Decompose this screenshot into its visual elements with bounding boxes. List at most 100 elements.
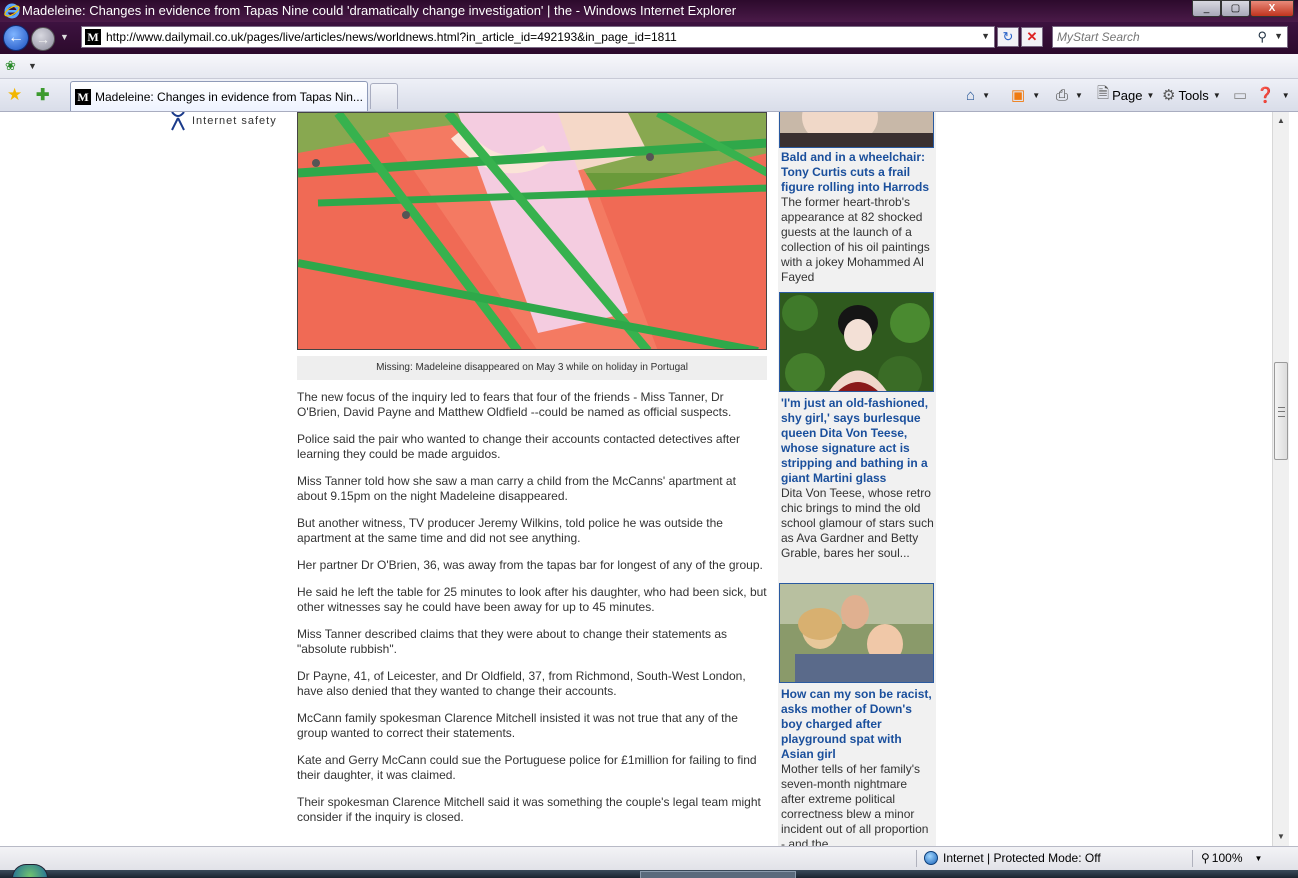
new-tab-button[interactable] [370,83,398,109]
add-favorite-icon[interactable]: ✚ [36,85,49,105]
favorites-star-icon[interactable]: ★ [7,85,22,105]
internet-safety-link[interactable]: Internet safety [192,115,277,127]
stop-icon: ✕ [1026,29,1038,44]
article-paragraph: Kate and Gerry McCann could sue the Port… [297,753,757,782]
tony-curtis-photo-illustration [780,112,933,147]
title-bar: Madeleine: Changes in evidence from Tapa… [0,0,1298,22]
zoom-level: 100% [1211,851,1243,865]
home-icon: ⌂ [966,86,976,104]
article-paragraph: The new focus of the inquiry led to fear… [297,390,732,419]
tab-favicon-icon: M [75,89,91,105]
address-url[interactable]: http://www.dailymail.co.uk/pages/live/ar… [106,30,677,44]
taskbar-window-button[interactable] [640,871,796,878]
gear-icon: ⚙ [1162,87,1176,104]
refresh-button[interactable]: ↻ [997,27,1019,47]
back-arrow-icon: ← [8,29,24,46]
tab-label: Madeleine: Changes in evidence from Tapa… [95,90,363,104]
tab-active[interactable]: M Madeleine: Changes in evidence from Ta… [70,81,368,111]
article-paragraph: Their spokesman Clarence Mitchell said i… [297,795,761,824]
address-bar[interactable]: M http://www.dailymail.co.uk/pages/live/… [81,26,995,48]
scroll-thumb[interactable] [1274,362,1288,460]
sidebar-thumbnail[interactable] [779,112,934,148]
zoom-dropdown-icon[interactable]: ▼ [1255,854,1263,863]
sidebar-summary: Mother tells of her family's seven-month… [781,762,929,846]
addon-dropdown-icon[interactable]: ▼ [28,61,37,71]
family-photo-illustration [780,584,933,682]
feeds-dropdown-icon[interactable]: ▼ [1032,91,1040,100]
zoom-control[interactable]: ⚲ 100% ▼ [1201,851,1262,865]
zoom-magnifier-icon: ⚲ [1201,851,1210,865]
scroll-grip-icon [1278,407,1285,417]
sidebar-summary: The former heart-throb's appearance at 8… [781,195,930,284]
sidebar-headline-link[interactable]: Bald and in a wheelchair: Tony Curtis cu… [781,150,934,195]
feeds-button[interactable]: ▣ ▼ [1011,85,1040,105]
home-button[interactable]: ⌂ ▼ [966,85,990,105]
status-bar: Internet | Protected Mode: Off ⚲ 100% ▼ [0,846,1298,870]
site-favicon-icon: M [85,29,101,45]
sidebar-summary: Dita Von Teese, whose retro chic brings … [781,486,934,560]
minimize-button[interactable]: _ [1192,0,1221,17]
research-button[interactable]: ▭ [1233,85,1250,105]
search-options-dropdown-icon[interactable]: ▼ [1274,31,1283,41]
close-button[interactable]: X [1250,0,1294,17]
rss-feed-icon: ▣ [1011,87,1026,104]
article-paragraph: Miss Tanner described claims that they w… [297,627,728,656]
page-menu-button[interactable]: 🗎 Page ▼ [1097,85,1154,105]
address-dropdown-icon[interactable]: ▼ [981,31,990,41]
vertical-scrollbar[interactable]: ▲ ▼ [1272,112,1289,846]
internet-explorer-icon [4,3,20,19]
back-button[interactable]: ← [3,25,29,51]
tools-menu-label: Tools [1178,87,1209,103]
status-divider [916,850,917,867]
article-paragraph: Dr Payne, 41, of Leicester, and Dr Oldfi… [297,669,746,698]
help-dropdown-icon[interactable]: ▼ [1282,91,1290,100]
security-zone-label: Internet | Protected Mode: Off [943,851,1101,865]
help-button[interactable]: ❓ ▼ [1256,85,1290,105]
page-dropdown-icon: ▼ [1146,90,1155,100]
printer-icon: ⎙ [1056,86,1069,104]
window-controls: _ ▢ X [1192,0,1294,18]
internet-safety-logo-icon [171,112,185,131]
window-title: Madeleine: Changes in evidence from Tapa… [22,3,737,18]
article-paragraph: But another witness, TV producer Jeremy … [297,516,723,545]
article-paragraph: Police said the pair who wanted to chang… [297,432,740,461]
sidebar-headline-link[interactable]: 'I'm just an old-fashioned, shy girl,' s… [781,396,934,486]
refresh-icon: ↻ [1002,29,1014,44]
start-button[interactable] [12,864,48,878]
article-paragraph: McCann family spokesman Clarence Mitchel… [297,711,738,740]
scroll-down-arrow-icon[interactable]: ▼ [1273,830,1289,844]
scroll-up-arrow-icon[interactable]: ▲ [1273,114,1289,128]
sidebar-thumbnail[interactable] [779,583,934,683]
search-input[interactable] [1057,29,1247,45]
print-button[interactable]: ⎙ ▼ [1056,85,1083,105]
recent-pages-dropdown[interactable]: ▼ [60,32,69,42]
forward-arrow-icon: → [36,31,50,47]
stop-button[interactable]: ✕ [1021,27,1043,47]
article-photo [297,112,767,350]
forward-button[interactable]: → [31,27,55,51]
sidebar-thumbnail[interactable] [779,292,934,392]
tab-bar: ★ ✚ M Madeleine: Changes in evidence fro… [0,79,1298,112]
sidebar-headline-link[interactable]: How can my son be racist, asks mother of… [781,687,934,762]
photo-caption: Missing: Madeleine disappeared on May 3 … [297,356,767,380]
page-content: Internet safety Missing: Madeleine disap… [0,112,1272,846]
search-icon[interactable]: ⚲ [1257,29,1267,45]
tools-menu-button[interactable]: ⚙ Tools ▼ [1162,85,1221,105]
print-dropdown-icon[interactable]: ▼ [1075,91,1083,100]
playground-photo-illustration [298,113,766,349]
tools-dropdown-icon: ▼ [1212,90,1221,100]
research-icon: ▭ [1233,87,1248,104]
help-icon: ❓ [1256,87,1275,104]
security-zone[interactable]: Internet | Protected Mode: Off [924,851,1101,865]
home-dropdown-icon[interactable]: ▼ [982,91,990,100]
article-paragraph: Miss Tanner told how she saw a man carry… [297,474,736,503]
addon-icon[interactable]: ❀ [5,58,16,74]
maximize-button[interactable]: ▢ [1221,0,1250,17]
article-paragraph: Her partner Dr O'Brien, 36, was away fro… [297,558,763,572]
dita-von-teese-photo-illustration [780,293,933,391]
window-right-edge [1289,112,1298,846]
page-icon: 🗎 [1097,84,1110,102]
status-divider [1192,850,1193,867]
search-box[interactable]: ⚲ ▼ [1052,26,1288,48]
related-stories-sidebar: Bald and in a wheelchair: Tony Curtis cu… [778,112,936,846]
